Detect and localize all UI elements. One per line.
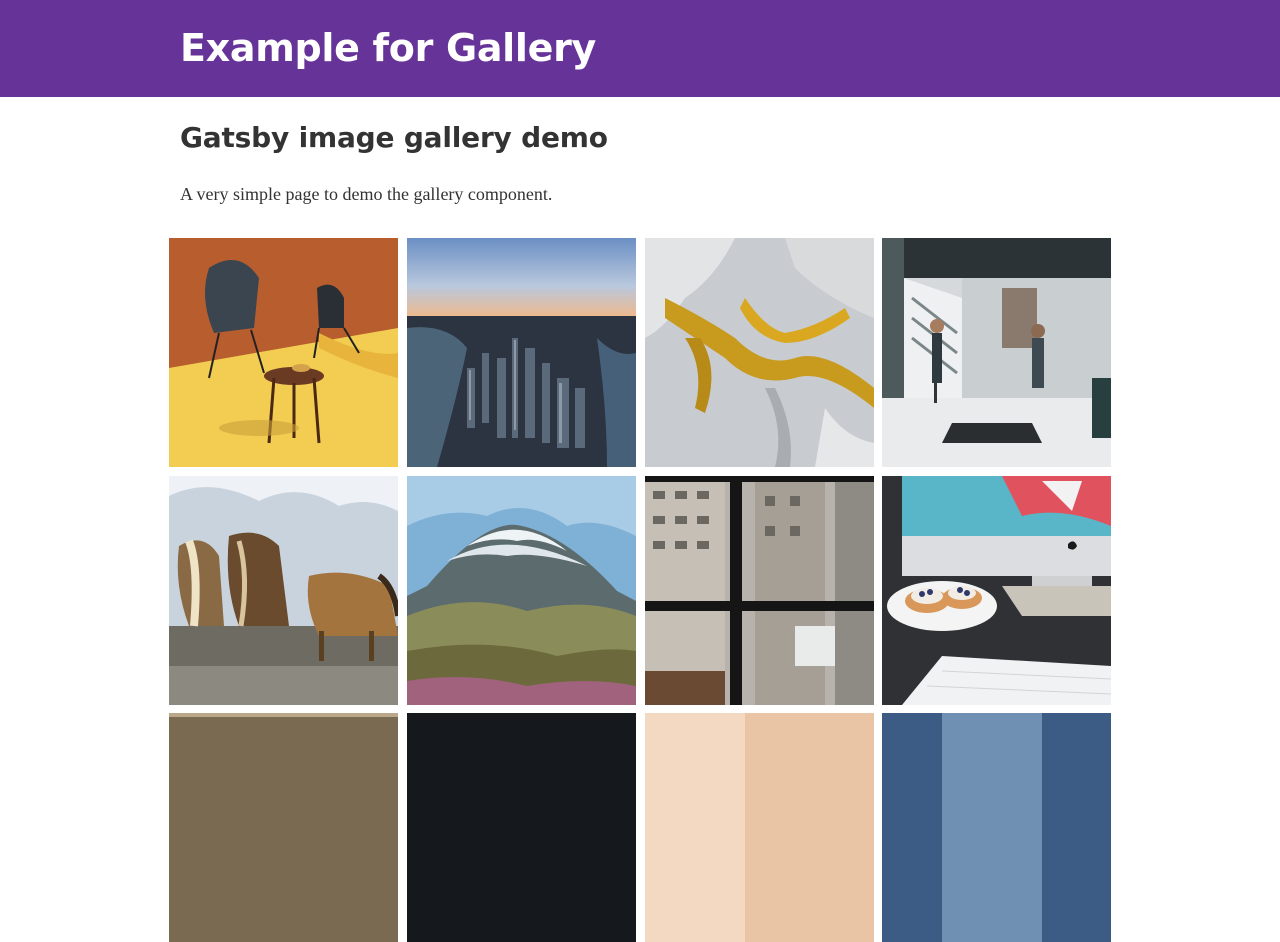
gallery-thumbnail-row3-1[interactable] bbox=[169, 713, 398, 942]
intro-text: A very simple page to demo the gallery c… bbox=[180, 184, 553, 204]
gallery-thumbnail-office[interactable] bbox=[882, 238, 1111, 467]
gallery-thumbnail-horses[interactable] bbox=[169, 476, 398, 705]
site-header: Example for Gallery bbox=[0, 0, 1280, 97]
site-title-link[interactable]: Example for Gallery bbox=[180, 22, 596, 74]
gallery-thumbnail-chairs[interactable] bbox=[169, 238, 398, 467]
gallery-thumbnail-mountain[interactable] bbox=[407, 476, 636, 705]
gallery-thumbnail-window-view[interactable] bbox=[645, 476, 874, 705]
gallery-thumbnail-terrain[interactable] bbox=[645, 238, 874, 467]
gallery-thumbnail-row3-3[interactable] bbox=[645, 713, 874, 942]
gallery-thumbnail-row3-4[interactable] bbox=[882, 713, 1111, 942]
gallery-thumbnail-row3-2[interactable] bbox=[407, 713, 636, 942]
gallery-thumbnail-desk[interactable] bbox=[882, 476, 1111, 705]
gallery-thumbnail-city-aerial[interactable] bbox=[407, 238, 636, 467]
page-title: Gatsby image gallery demo bbox=[180, 121, 608, 154]
